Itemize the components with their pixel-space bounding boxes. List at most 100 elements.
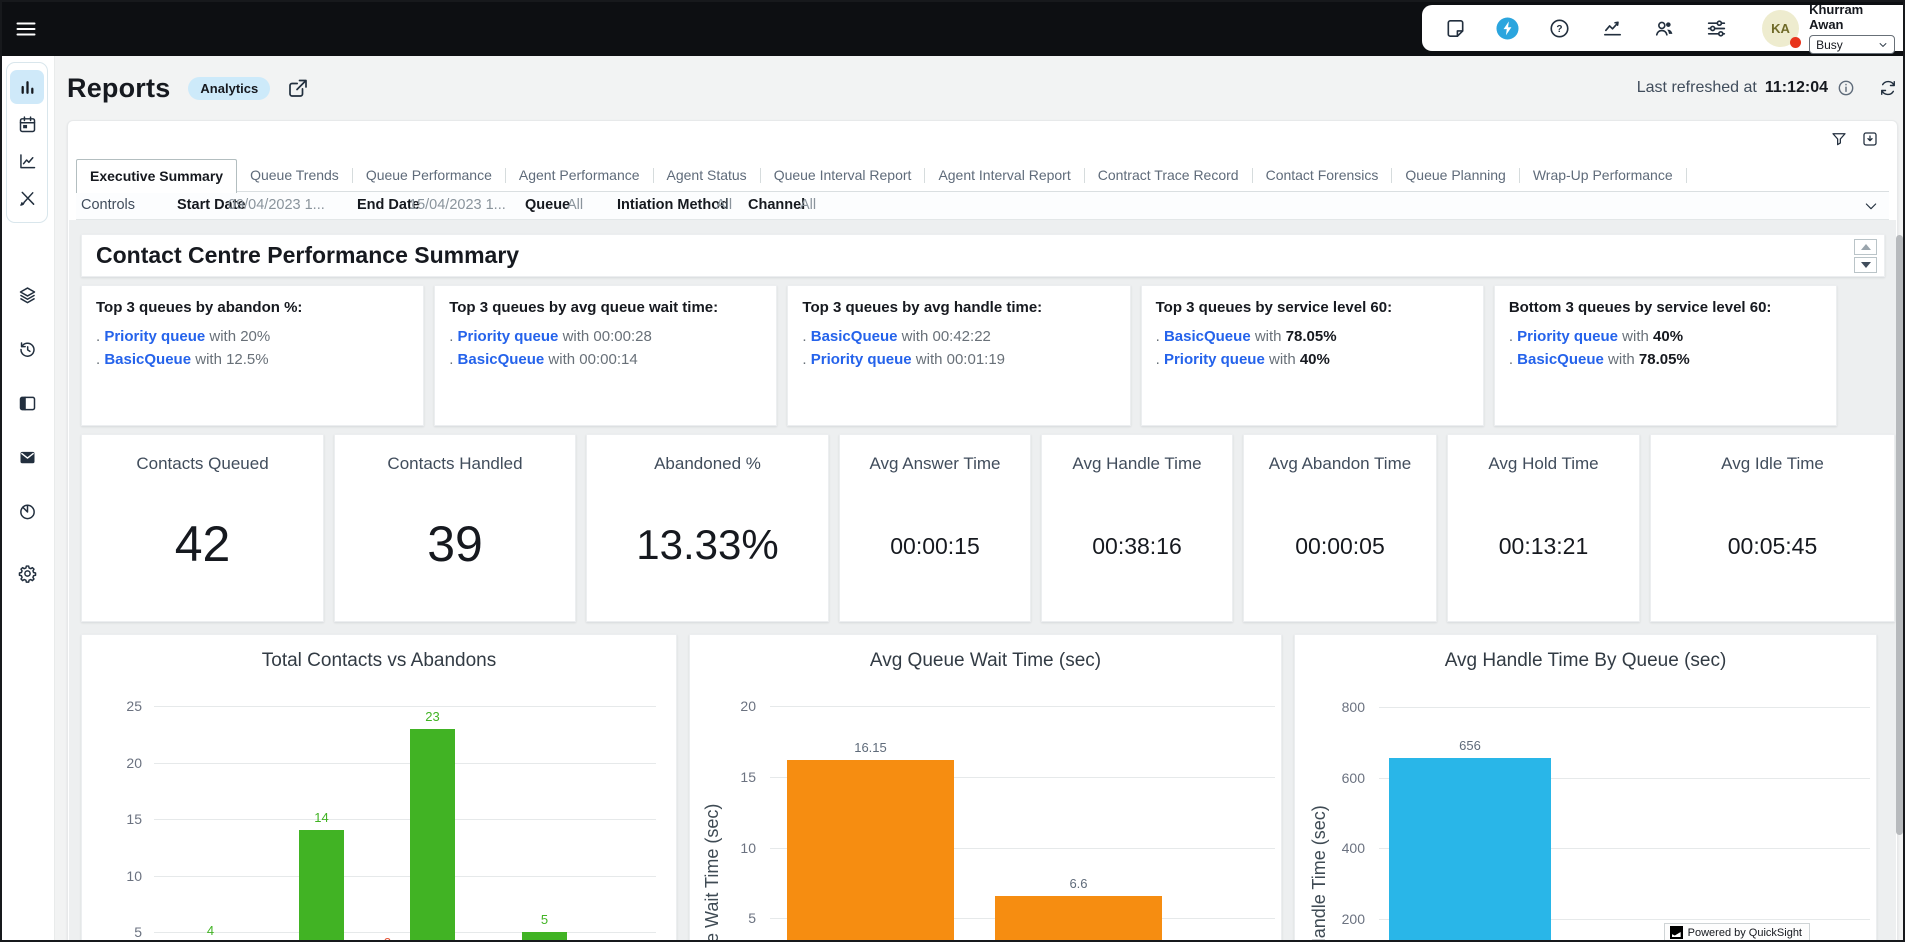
powered-by-text: Powered by QuickSight [1688,927,1802,939]
refresh-area: Last refreshed at 11:12:04 [1637,78,1898,98]
kpi-cards: Contacts Queued42Contacts Handled39Aband… [81,434,1895,622]
tab-agent-interval-report[interactable]: Agent Interval Report [925,159,1083,191]
scroll-up-button[interactable] [1854,239,1877,255]
preferences-icon[interactable] [1698,8,1736,48]
queue-link[interactable]: BasicQueue [1517,351,1604,368]
refresh-icon[interactable] [1878,78,1898,98]
queue-link[interactable]: BasicQueue [1164,328,1251,345]
insight-value: 00:00:28 [593,328,651,345]
chart-bar[interactable] [1389,758,1551,942]
sidebar-item-window[interactable] [10,386,44,420]
tab-executive-summary[interactable]: Executive Summary [76,159,237,193]
chart-bar[interactable] [995,896,1162,942]
sidebar-item-calendar[interactable] [10,107,44,141]
tab-contract-trace-record[interactable]: Contract Trace Record [1085,159,1252,191]
tab-agent-status[interactable]: Agent Status [654,159,760,191]
export-icon[interactable] [1861,130,1879,148]
tab-contact-forensics[interactable]: Contact Forensics [1253,159,1392,191]
insight-line: . Priority queue with 40% [1156,348,1469,371]
sidebar-item-reports[interactable] [10,70,44,104]
y-tick-label: 20 [82,755,142,771]
kpi-value: 00:13:21 [1448,533,1639,560]
external-link-icon[interactable] [286,76,310,100]
agents-icon[interactable] [1645,8,1683,48]
insight-value: 20% [240,328,270,345]
chart-bar[interactable] [410,729,455,942]
queue-link[interactable]: Priority queue [1164,351,1265,368]
queue-link[interactable]: BasicQueue [104,351,191,368]
kpi-value: 42 [82,515,323,573]
filter-value-start-date[interactable]: 09/04/2023 1... [228,197,325,213]
tab-wrap-up-performance[interactable]: Wrap-Up Performance [1520,159,1686,191]
filter-icon[interactable] [1830,130,1848,148]
insight-connector: with [544,351,579,368]
vertical-scrollbar[interactable] [1896,235,1903,835]
chevron-down-icon [1878,40,1888,50]
tab-queue-performance[interactable]: Queue Performance [353,159,505,191]
insight-cards: Top 3 queues by abandon %:. Priority que… [81,285,1837,426]
info-icon[interactable] [1836,78,1856,98]
chart-card-avg-queue-wait-time-sec: Avg Queue Wait Time (sec)2015105Queue Wa… [689,634,1282,942]
insight-line: . Priority queue with 00:00:28 [449,325,762,348]
tab-queue-interval-report[interactable]: Queue Interval Report [761,159,925,191]
sidebar-item-pie[interactable] [10,494,44,528]
kpi-card-contacts-queued: Contacts Queued 42 [81,434,324,622]
tab-queue-trends[interactable]: Queue Trends [237,159,352,191]
insight-line: . BasicQueue with 00:00:14 [449,348,762,371]
sidebar-item-layers[interactable] [10,278,44,312]
avatar[interactable]: KA [1762,10,1799,47]
kpi-label: Avg Idle Time [1651,454,1894,474]
sidebar-item-mail[interactable] [10,440,44,474]
filter-label-queue[interactable]: Queue [525,197,570,213]
queue-link[interactable]: Priority queue [458,328,559,345]
help-icon[interactable]: ? [1541,8,1579,48]
gridline [154,819,656,820]
bar-value-label: 23 [410,709,455,724]
sidebar-item-analytics[interactable] [10,144,44,178]
insight-connector: with [1604,351,1639,368]
controls-expand-icon[interactable] [1863,198,1879,214]
chart-bar[interactable] [522,932,567,942]
filter-value-queue[interactable]: All [567,197,583,213]
status-select[interactable]: Busy [1809,35,1895,54]
bullet-dot: . [802,351,810,368]
gridline [154,763,656,764]
queue-link[interactable]: Priority queue [104,328,205,345]
sheet-scroll-spinner [1854,239,1877,273]
design-icon [17,188,38,209]
queue-link[interactable]: Priority queue [811,351,912,368]
bullet-dot: . [802,328,810,345]
dashboard-sheet: Contact Centre Performance Summary Top 3… [69,220,1896,942]
kpi-label: Contacts Handled [335,454,575,474]
chart-card-avg-handle-time-by-queue-sec: Avg Handle Time By Queue (sec)8006004002… [1294,634,1877,942]
queue-link[interactable]: BasicQueue [458,351,545,368]
queue-link[interactable]: Priority queue [1517,328,1618,345]
insight-value: 78.05% [1639,351,1690,368]
sidebar-item-settings[interactable] [10,556,44,590]
bullet-dot: . [1156,351,1164,368]
chart-bar[interactable] [299,830,344,942]
kpi-card-avg-handle-time: Avg Handle Time00:38:16 [1041,434,1233,622]
bar-value-label: 14 [299,810,344,825]
filter-value-channel[interactable]: All [800,197,816,213]
bullet-dot: . [1156,328,1164,345]
bullet-dot: . [449,328,457,345]
tab-queue-planning[interactable]: Queue Planning [1392,159,1518,191]
controls-label: Controls [81,197,135,213]
filter-value-end-date[interactable]: 15/04/2023 1... [409,197,506,213]
notes-icon[interactable] [1436,8,1474,48]
menu-icon[interactable] [14,17,38,41]
chart-bar[interactable] [787,760,954,942]
filter-label-intiation-method[interactable]: Intiation Method [617,197,729,213]
tab-agent-performance[interactable]: Agent Performance [506,159,653,191]
metrics-icon[interactable] [1593,8,1631,48]
queue-link[interactable]: BasicQueue [811,328,898,345]
flash-icon[interactable] [1488,8,1526,48]
kpi-card-abandoned: Abandoned %13.33% [586,434,829,622]
filter-value-intiation-method[interactable]: All [716,197,732,213]
filter-label-channel[interactable]: Channel [748,197,805,213]
scroll-down-button[interactable] [1854,257,1877,273]
sidebar-item-design[interactable] [10,181,44,215]
sidebar-item-history[interactable] [10,332,44,366]
kpi-label: Contacts Queued [82,454,323,474]
